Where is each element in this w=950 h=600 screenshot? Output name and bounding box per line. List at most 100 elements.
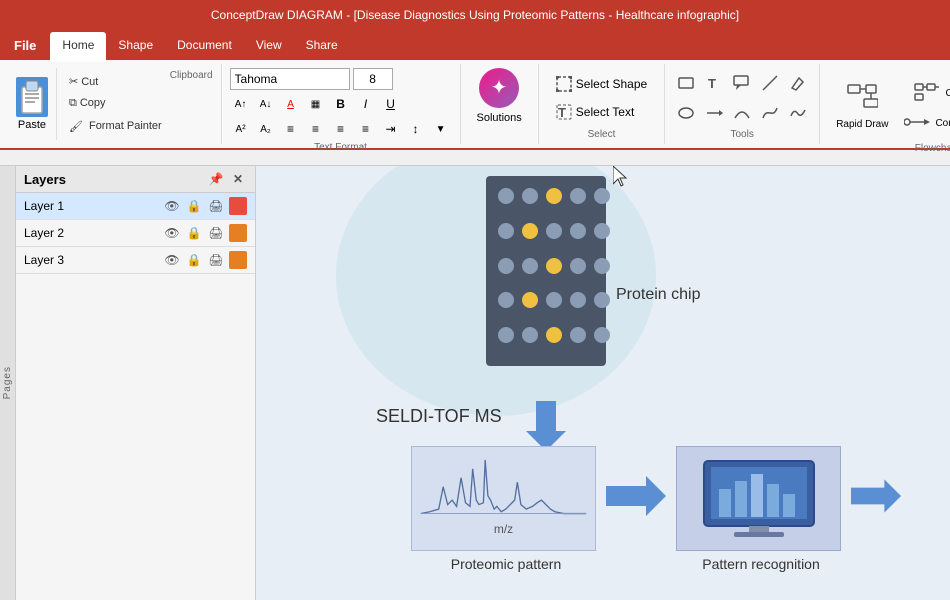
select-text-icon: T [556,104,572,120]
font-name-input[interactable] [230,68,350,90]
layer-row-2[interactable]: Layer 2 👁 🔒 🖨 [16,220,255,247]
select-group: Select Shape T Select Text Select [539,64,665,144]
pen-tool[interactable] [785,70,811,96]
layers-header-icons: 📌 ✕ [207,170,247,188]
tab-document[interactable]: Document [165,30,244,60]
protein-chip-label: Protein chip [616,286,701,304]
connector-icon [904,115,932,132]
title-bar: ConceptDraw DIAGRAM - [Disease Diagnosti… [0,0,950,30]
layer-1-color[interactable] [229,197,247,215]
highlight-btn[interactable]: ▦ [305,93,327,115]
pages-sidebar: Pages [0,166,16,600]
pin-icon[interactable]: 📌 [207,170,225,188]
arc-tool[interactable] [729,100,755,126]
clipboard-label: Clipboard [170,70,213,140]
solutions-icon: ✦ [479,68,519,108]
svg-text:T: T [708,76,716,91]
layer-2-name: Layer 2 [24,226,159,240]
chain-button[interactable]: Chain [900,76,950,111]
layer-row-3[interactable]: Layer 3 👁 🔒 🖨 [16,247,255,274]
paste-button[interactable]: Paste [8,68,57,140]
paste-icon [16,77,48,117]
bold-btn[interactable]: B [330,93,352,115]
align-center-btn[interactable]: ≡ [305,118,327,140]
layer-3-lock[interactable]: 🔒 [185,251,203,269]
decrease-font-btn[interactable]: A↓ [255,93,277,115]
proteomic-text: Proteomic pattern [426,556,586,572]
indent-btn[interactable]: ⇥ [380,118,402,140]
underline-btn[interactable]: U [380,93,402,115]
free-tool[interactable] [785,100,811,126]
align-left-btn[interactable]: ≡ [280,118,302,140]
layer-2-visibility[interactable]: 👁 [163,224,181,242]
chart-area [412,447,595,522]
paste-label: Paste [18,119,46,131]
monitor-svg [699,459,819,539]
title-text: ConceptDraw DIAGRAM - [Disease Diagnosti… [211,8,739,22]
select-text-button[interactable]: T Select Text [547,100,643,124]
layer-1-print[interactable]: 🖨 [207,197,225,215]
layer-3-visibility[interactable]: 👁 [163,251,181,269]
rapid-draw-button[interactable]: Rapid Draw [828,68,896,141]
oval-tool[interactable] [673,100,699,126]
line-tool[interactable] [757,70,783,96]
ribbon-bottom-bar [0,150,950,166]
layer-2-lock[interactable]: 🔒 [185,224,203,242]
solutions-group: ✦ Solutions [461,64,539,144]
text-tool[interactable]: T [701,70,727,96]
tools-label: Tools [731,129,754,140]
layer-3-print[interactable]: 🖨 [207,251,225,269]
curve-tool[interactable] [757,100,783,126]
cut-button[interactable]: ✂Cut [65,74,166,89]
tab-file[interactable]: File [0,30,50,60]
select-label: Select [588,129,616,140]
pattern-text: Pattern recognition [686,556,836,572]
tab-shape[interactable]: Shape [106,30,165,60]
layer-2-print[interactable]: 🖨 [207,224,225,242]
align-right-btn[interactable]: ≡ [330,118,352,140]
tab-share[interactable]: Share [294,30,350,60]
layer-1-lock[interactable]: 🔒 [185,197,203,215]
tab-bar: File Home Shape Document View Share [0,30,950,60]
layer-1-visibility[interactable]: 👁 [163,197,181,215]
tab-view[interactable]: View [244,30,294,60]
rect-tool[interactable] [673,70,699,96]
format-painter-button[interactable]: 🖌Format Painter [65,118,166,135]
pages-label: Pages [2,366,13,399]
svg-text:T: T [558,105,566,120]
layer-1-name: Layer 1 [24,199,159,213]
select-shape-icon [556,76,572,92]
connector-tool[interactable] [701,100,727,126]
callout-tool[interactable] [729,70,755,96]
flowchart-label: Flowchart [828,143,950,154]
cursor [613,166,631,193]
main-area: Pages Layers 📌 ✕ Layer 1 👁 🔒 🖨 Layer 2 👁… [0,166,950,600]
layer-2-color[interactable] [229,224,247,242]
connector-button[interactable]: Connector [900,113,950,134]
font-color-btn[interactable]: A [280,93,302,115]
italic-btn[interactable]: I [355,93,377,115]
layers-header: Layers 📌 ✕ [16,166,255,193]
font-size-input[interactable] [353,68,393,90]
spacing-btn[interactable]: ↕ [405,118,427,140]
canvas[interactable]: Protein chip SELDI-TOF MS m/z Proteomic … [256,166,950,600]
connector-label: Connector [935,118,950,129]
rapid-draw-label: Rapid Draw [836,119,888,130]
subscript-btn[interactable]: A₂ [255,118,277,140]
superscript-btn[interactable]: A² [230,118,252,140]
more-btn[interactable]: ▼ [430,118,452,140]
close-layers-button[interactable]: ✕ [229,170,247,188]
solutions-button[interactable]: ✦ Solutions [477,68,522,124]
increase-font-btn[interactable]: A↑ [230,93,252,115]
copy-button[interactable]: ⧉Copy [65,96,166,111]
justify-btn[interactable]: ≡ [355,118,377,140]
chain-icon [914,78,942,109]
tab-home[interactable]: Home [50,32,106,62]
svg-text:✦: ✦ [491,77,508,99]
layers-panel: Layers 📌 ✕ Layer 1 👁 🔒 🖨 Layer 2 👁 🔒 🖨 L… [16,166,256,600]
select-shape-button[interactable]: Select Shape [547,72,656,96]
layer-3-color[interactable] [229,251,247,269]
font-label: Text Format [314,142,367,153]
layer-row-1[interactable]: Layer 1 👁 🔒 🖨 [16,193,255,220]
rapid-draw-icon [844,79,880,115]
